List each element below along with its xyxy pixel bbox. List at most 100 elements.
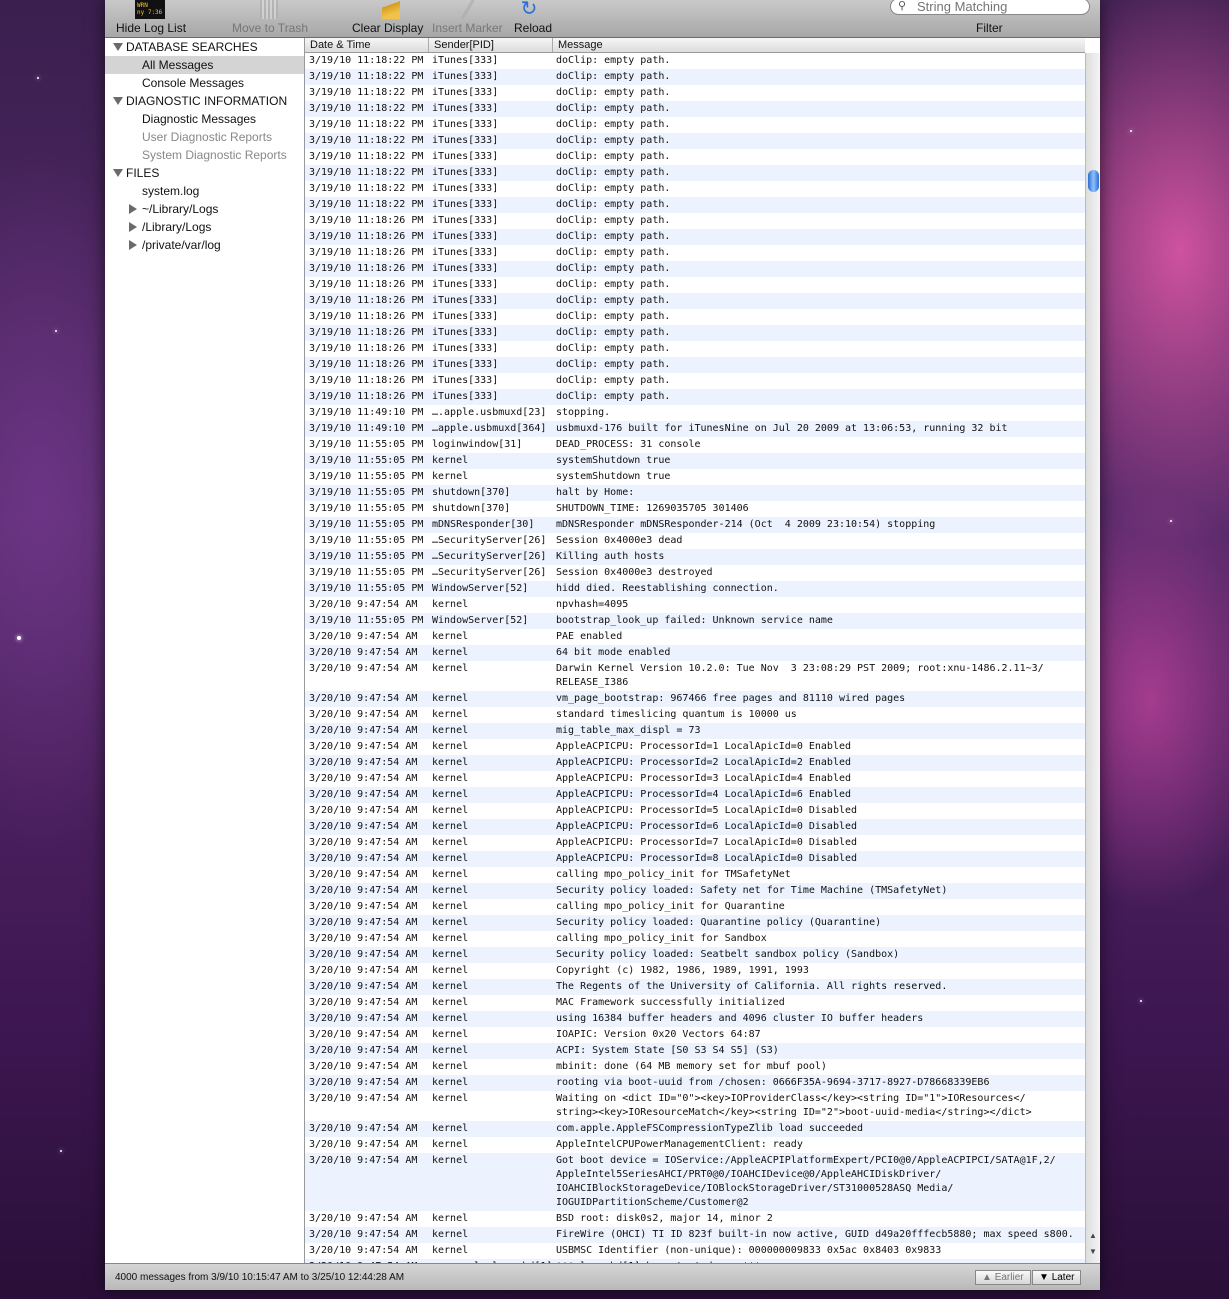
scrollbar-thumb[interactable] (1088, 170, 1099, 192)
table-row[interactable]: 3/20/10 9:47:54 AM kernel npvhash=4095 (305, 597, 1085, 613)
table-row[interactable]: 3/20/10 9:47:54 AM kernel 64 bit mode enab… (305, 645, 1085, 661)
sidebar-item-library-logs[interactable]: /Library/Logs (105, 218, 304, 236)
table-row[interactable]: 3/19/10 11:18:26 PM iTunes[333] doClip: em… (305, 293, 1085, 309)
table-row[interactable]: 3/19/10 11:18:22 PM iTunes[333] doClip: em… (305, 149, 1085, 165)
table-row[interactable]: 3/19/10 11:18:26 PM iTunes[333] doClip: em… (305, 309, 1085, 325)
table-row[interactable]: 3/19/10 11:55:05 PM shutdown[370] halt by … (305, 485, 1085, 501)
table-row[interactable]: 3/20/10 9:47:54 AM kernel Got boot device … (305, 1153, 1085, 1211)
table-row[interactable]: 3/20/10 9:47:54 AM kernel AppleACPICPU: Pr… (305, 771, 1085, 787)
table-row[interactable]: 3/19/10 11:18:26 PM iTunes[333] doClip: em… (305, 341, 1085, 357)
later-button[interactable]: ▼ Later (1032, 1270, 1082, 1285)
table-row[interactable]: 3/19/10 11:18:26 PM iTunes[333] doClip: em… (305, 357, 1085, 373)
table-row[interactable]: 3/19/10 11:55:05 PM …SecurityServer[26] Ki… (305, 549, 1085, 565)
table-row[interactable]: 3/20/10 9:47:54 AM kernel The Regents of t… (305, 979, 1085, 995)
table-row[interactable]: 3/20/10 9:47:54 AM kernel Darwin Kernel Ve… (305, 661, 1085, 691)
table-row[interactable]: 3/19/10 11:55:05 PM kernel systemShutdown … (305, 453, 1085, 469)
table-row[interactable]: 3/19/10 11:55:05 PM …SecurityServer[26] Se… (305, 533, 1085, 549)
table-row[interactable]: 3/20/10 9:47:54 AM kernel USBMSC Identifie… (305, 1243, 1085, 1259)
sidebar-item-private-var-log[interactable]: /private/var/log (105, 236, 304, 254)
sidebar-item-user-library-logs[interactable]: ~/Library/Logs (105, 200, 304, 218)
hide-log-list-button[interactable]: Hide Log List (116, 21, 186, 35)
scroll-up-icon[interactable]: ▲ (1089, 1231, 1097, 1240)
table-row[interactable]: 3/19/10 11:18:26 PM iTunes[333] doClip: em… (305, 261, 1085, 277)
reload-button[interactable]: Reload (514, 21, 552, 35)
table-row[interactable]: 3/19/10 11:55:05 PM …SecurityServer[26] Se… (305, 565, 1085, 581)
table-row[interactable]: 3/19/10 11:55:05 PM mDNSResponder[30] mDNS… (305, 517, 1085, 533)
vertical-scrollbar[interactable]: ▲ ▼ (1085, 53, 1100, 1263)
table-row[interactable]: 3/20/10 9:47:54 AM kernel IOAPIC: Version … (305, 1027, 1085, 1043)
table-row[interactable]: 3/20/10 9:47:54 AM kernel MAC Framework su… (305, 995, 1085, 1011)
table-row[interactable]: 3/20/10 9:47:54 AM kernel FireWire (OHCI) … (305, 1227, 1085, 1243)
table-row[interactable]: 3/19/10 11:49:10 PM ….apple.usbmuxd[23] st… (305, 405, 1085, 421)
sidebar-item-console-messages[interactable]: Console Messages (105, 74, 304, 92)
table-row[interactable]: 3/20/10 9:47:54 AM kernel AppleACPICPU: Pr… (305, 835, 1085, 851)
sidebar-group-files[interactable]: FILES (105, 164, 304, 182)
search-field[interactable]: ⚲ (890, 0, 1090, 15)
sidebar-group-database-searches[interactable]: DATABASE SEARCHES (105, 38, 304, 56)
table-row[interactable]: 3/19/10 11:49:10 PM …apple.usbmuxd[364] us… (305, 421, 1085, 437)
table-row[interactable]: 3/20/10 9:47:54 AM kernel AppleACPICPU: Pr… (305, 819, 1085, 835)
table-row[interactable]: 3/19/10 11:55:05 PM kernel systemShutdown … (305, 469, 1085, 485)
table-row[interactable]: 3/20/10 9:47:54 AM kernel Copyright (c) 19… (305, 963, 1085, 979)
table-row[interactable]: 3/19/10 11:18:26 PM iTunes[333] doClip: em… (305, 277, 1085, 293)
table-row[interactable]: 3/19/10 11:18:26 PM iTunes[333] doClip: em… (305, 325, 1085, 341)
table-row[interactable]: 3/20/10 9:47:54 AM kernel mig_table_max_di… (305, 723, 1085, 739)
disclosure-triangle-icon[interactable] (129, 222, 137, 232)
table-row[interactable]: 3/20/10 9:47:54 AM kernel AppleACPICPU: Pr… (305, 739, 1085, 755)
table-row[interactable]: 3/20/10 9:47:54 AM kernel AppleACPICPU: Pr… (305, 803, 1085, 819)
table-row[interactable]: 3/20/10 9:47:54 AM kernel Security policy … (305, 883, 1085, 899)
disclosure-triangle-icon[interactable] (113, 97, 123, 105)
table-row[interactable]: 3/19/10 11:18:22 PM iTunes[333] doClip: em… (305, 181, 1085, 197)
move-to-trash-button[interactable]: Move to Trash (232, 21, 308, 35)
table-row[interactable]: 3/20/10 9:47:54 AM kernel mbinit: done (64… (305, 1059, 1085, 1075)
table-row[interactable]: 3/20/10 9:47:54 AM kernel AppleACPICPU: Pr… (305, 755, 1085, 771)
table-row[interactable]: 3/20/10 9:47:54 AM kernel calling mpo_poli… (305, 867, 1085, 883)
scroll-down-icon[interactable]: ▼ (1089, 1247, 1097, 1256)
table-row[interactable]: 3/20/10 9:47:54 AM kernel calling mpo_poli… (305, 931, 1085, 947)
table-row[interactable]: 3/20/10 9:47:54 AM kernel standard timesli… (305, 707, 1085, 723)
table-row[interactable]: 3/20/10 9:47:54 AM kernel com.apple.AppleF… (305, 1121, 1085, 1137)
table-row[interactable]: 3/19/10 11:18:22 PM iTunes[333] doClip: em… (305, 101, 1085, 117)
disclosure-triangle-icon[interactable] (113, 169, 123, 177)
table-row[interactable]: 3/19/10 11:18:26 PM iTunes[333] doClip: em… (305, 373, 1085, 389)
table-row[interactable]: 3/19/10 11:18:26 PM iTunes[333] doClip: em… (305, 229, 1085, 245)
sidebar-item-diagnostic-messages[interactable]: Diagnostic Messages (105, 110, 304, 128)
table-row[interactable]: 3/19/10 11:18:22 PM iTunes[333] doClip: em… (305, 133, 1085, 149)
column-header-sender[interactable]: Sender[PID] (429, 38, 553, 52)
disclosure-triangle-icon[interactable] (129, 240, 137, 250)
clear-display-button[interactable]: Clear Display (352, 21, 423, 35)
table-row[interactable]: 3/19/10 11:18:26 PM iTunes[333] doClip: em… (305, 213, 1085, 229)
table-row[interactable]: 3/20/10 9:47:54 AM kernel PAE enabled (305, 629, 1085, 645)
table-row[interactable]: 3/19/10 11:55:05 PM loginwindow[31] DEAD_P… (305, 437, 1085, 453)
table-row[interactable]: 3/20/10 9:47:54 AM kernel vm_page_bootstra… (305, 691, 1085, 707)
table-row[interactable]: 3/20/10 9:47:54 AM kernel BSD root: disk0s… (305, 1211, 1085, 1227)
table-row[interactable]: 3/20/10 9:47:54 AM kernel Security policy … (305, 947, 1085, 963)
table-row[interactable]: 3/19/10 11:18:22 PM iTunes[333] doClip: em… (305, 165, 1085, 181)
disclosure-triangle-icon[interactable] (129, 204, 137, 214)
sidebar-item-all-messages[interactable]: All Messages (105, 56, 304, 74)
table-row[interactable]: 3/20/10 9:47:54 AM kernel AppleACPICPU: Pr… (305, 787, 1085, 803)
table-row[interactable]: 3/20/10 9:47:54 AM kernel using 16384 buff… (305, 1011, 1085, 1027)
search-input[interactable] (917, 0, 1085, 14)
sidebar-item-user-diagnostic-reports[interactable]: User Diagnostic Reports (105, 128, 304, 146)
table-row[interactable]: 3/20/10 9:47:54 AM kernel calling mpo_poli… (305, 899, 1085, 915)
column-header-date[interactable]: Date & Time (305, 38, 429, 52)
table-row[interactable]: 3/20/10 9:47:54 AM kernel rooting via boot… (305, 1075, 1085, 1091)
table-row[interactable]: 3/19/10 11:18:22 PM iTunes[333] doClip: em… (305, 53, 1085, 69)
sidebar-group-diagnostic-information[interactable]: DIAGNOSTIC INFORMATION (105, 92, 304, 110)
log-list-icon[interactable]: WRN ny 7:36 (135, 0, 165, 19)
table-row[interactable]: 3/19/10 11:18:26 PM iTunes[333] doClip: em… (305, 245, 1085, 261)
table-row[interactable]: 3/19/10 11:18:22 PM iTunes[333] doClip: em… (305, 197, 1085, 213)
column-header-message[interactable]: Message (553, 38, 1085, 52)
table-row[interactable]: 3/20/10 9:47:54 AM kernel ACPI: System Sta… (305, 1043, 1085, 1059)
table-row[interactable]: 3/20/10 9:47:54 AM kernel AppleIntelCPUPow… (305, 1137, 1085, 1153)
earlier-button[interactable]: ▲ Earlier (975, 1270, 1031, 1285)
sidebar-item-system-log[interactable]: system.log (105, 182, 304, 200)
table-row[interactable]: 3/19/10 11:55:05 PM WindowServer[52] hidd … (305, 581, 1085, 597)
table-row[interactable]: 3/19/10 11:55:05 PM WindowServer[52] boots… (305, 613, 1085, 629)
sidebar-item-system-diagnostic-reports[interactable]: System Diagnostic Reports (105, 146, 304, 164)
disclosure-triangle-icon[interactable] (113, 43, 123, 51)
table-row[interactable]: 3/20/10 9:47:54 AM kernel Security policy … (305, 915, 1085, 931)
table-row[interactable]: 3/19/10 11:18:22 PM iTunes[333] doClip: em… (305, 69, 1085, 85)
insert-marker-button[interactable]: Insert Marker (432, 21, 503, 35)
